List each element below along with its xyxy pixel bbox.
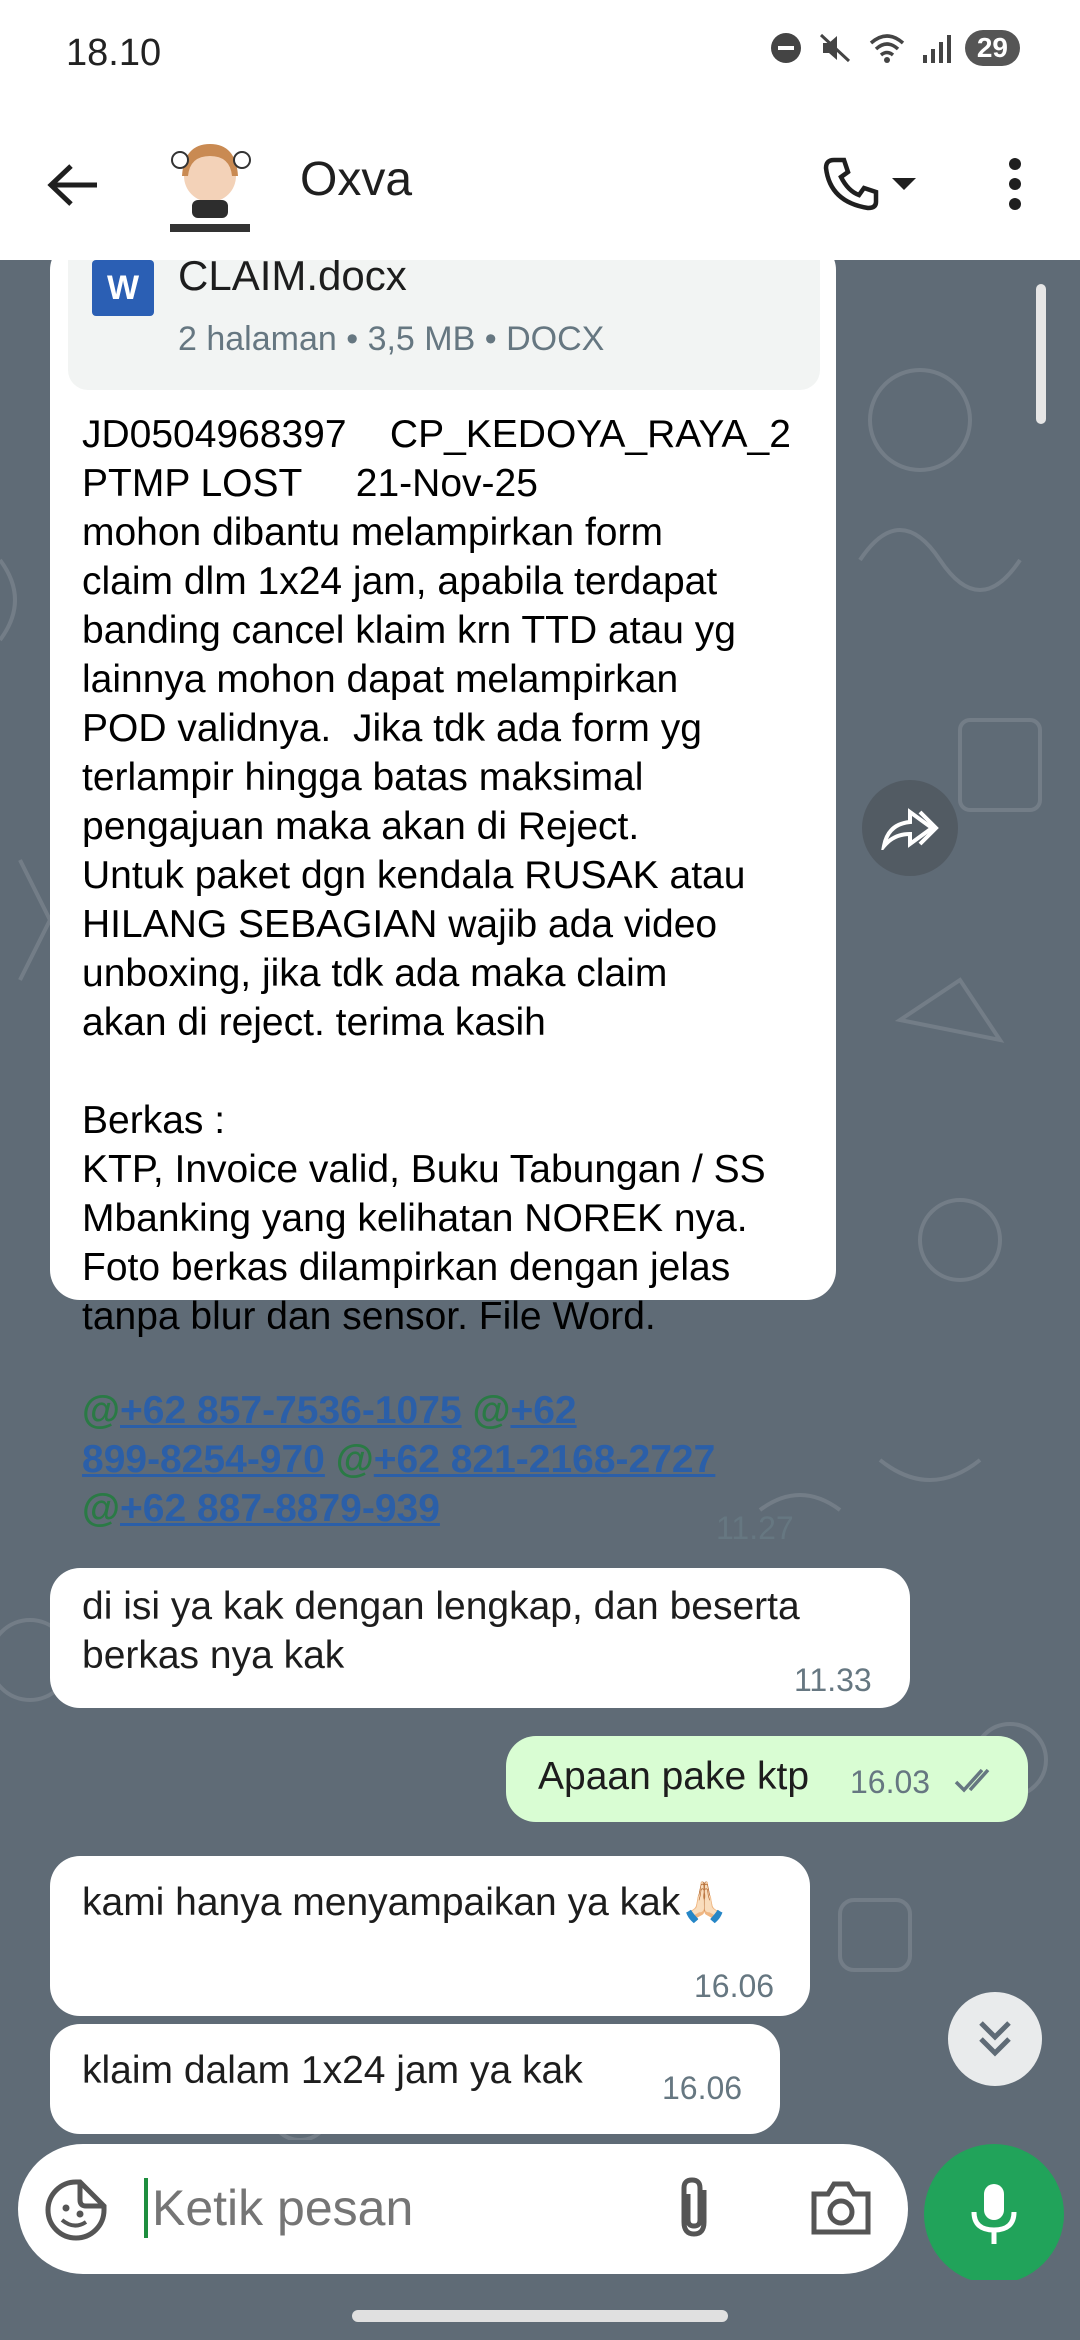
message-time: 16.03 (850, 1764, 931, 1800)
contact-name[interactable]: Oxva (300, 152, 412, 207)
message-time: 11.33 (794, 1662, 872, 1698)
back-button[interactable] (38, 150, 108, 220)
phone-icon (823, 157, 879, 211)
status-icons: 29 (769, 30, 1020, 66)
mention-line-3: @+62 887-8879-939 (82, 1484, 842, 1533)
more-options-button[interactable] (990, 148, 1040, 220)
back-arrow-icon (47, 164, 97, 206)
mute-icon (819, 33, 850, 63)
scroll-to-bottom-button[interactable] (948, 1992, 1042, 2086)
signal-icon (922, 35, 951, 63)
sticker-icon[interactable] (44, 2178, 108, 2242)
mention-line-1: @+62 857-7536-1075 @+62 (82, 1386, 842, 1435)
mention-link[interactable]: +62 (510, 1389, 576, 1432)
read-receipt-icon (954, 1768, 990, 1793)
chat-header: Oxva (0, 108, 1080, 261)
status-time: 18.10 (66, 32, 162, 74)
mention-at: @ (472, 1389, 511, 1432)
mention-at: @ (82, 1389, 121, 1432)
document-name: CLAIM.docx (178, 260, 407, 299)
voice-call-button[interactable] (820, 148, 940, 220)
message-text: di isi ya kak dengan lengkap, dan besert… (82, 1585, 800, 1677)
customer-service-avatar-icon (170, 144, 251, 232)
forward-button[interactable] (862, 780, 958, 876)
document-meta: 2 halaman • 3,5 MB • DOCX (178, 320, 605, 358)
status-bar: 18.10 29 (0, 0, 1080, 108)
document-attachment[interactable]: W CLAIM.docx 2 halaman • 3,5 MB • DOCX (68, 260, 820, 390)
dnd-icon (770, 33, 801, 63)
message-text: kami hanya menyampaikan ya kak🙏🏻 (82, 1881, 729, 1924)
more-vert-icon (1009, 158, 1021, 210)
composer (0, 2140, 1080, 2284)
message-bubble-incoming[interactable]: di isi ya kak dengan lengkap, dan besert… (50, 1568, 910, 1708)
mentions-area: @+62 857-7536-1075 @+62 899-8254-970 @+6… (82, 1386, 842, 1533)
wifi-icon (869, 34, 904, 63)
paperclip-icon[interactable] (668, 2176, 728, 2242)
mention-link[interactable]: +62 821-2168-2727 (374, 1438, 716, 1481)
voice-message-button[interactable] (924, 2144, 1064, 2284)
double-chevron-down-icon (979, 2021, 1011, 2057)
gesture-handle[interactable] (352, 2310, 728, 2322)
message-input-container[interactable] (18, 2144, 908, 2274)
system-navigation-bar (0, 2280, 1080, 2340)
message-bubble-outgoing[interactable]: Apaan pake ktp 16.03 (506, 1736, 1028, 1822)
mention-link[interactable]: +62 857-7536-1075 (120, 1389, 462, 1432)
dropdown-arrow-icon (892, 178, 916, 190)
mention-at: @ (335, 1438, 374, 1481)
message-time: 16.06 (694, 1968, 775, 2004)
message-text: Apaan pake ktp (538, 1755, 810, 1798)
battery-indicator: 29 (964, 30, 1020, 66)
camera-icon[interactable] (808, 2178, 874, 2238)
message-time: 16.06 (662, 2070, 743, 2106)
mention-link[interactable]: 899-8254-970 (82, 1438, 325, 1481)
chat-area[interactable]: W CLAIM.docx 2 halaman • 3,5 MB • DOCX J… (0, 260, 1080, 2140)
contact-avatar[interactable] (160, 130, 260, 238)
message-input[interactable] (144, 2178, 654, 2238)
message-bubble-incoming[interactable]: klaim dalam 1x24 jam ya kak 16.06 (50, 2024, 780, 2134)
mention-link[interactable]: +62 887-8879-939 (120, 1487, 440, 1530)
scrollbar[interactable] (1036, 284, 1046, 424)
message-text: klaim dalam 1x24 jam ya kak (82, 2049, 583, 2092)
mention-at: @ (82, 1487, 121, 1530)
message-text: JD0504968397 CP_KEDOYA_RAYA_2 PTMP LOST … (82, 413, 791, 1338)
word-document-icon: W (92, 260, 154, 316)
message-bubble-incoming[interactable]: kami hanya menyampaikan ya kak🙏🏻 16.06 (50, 1856, 810, 2016)
forward-icon (881, 808, 939, 850)
mention-line-2: 899-8254-970 @+62 821-2168-2727 (82, 1435, 842, 1484)
mic-icon (971, 2184, 1017, 2244)
